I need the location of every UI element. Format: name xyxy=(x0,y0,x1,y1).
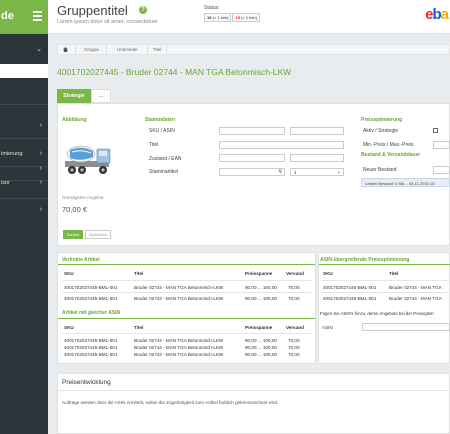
sidebar-item-1[interactable]: › xyxy=(0,119,48,133)
breadcrumb-item-current: Titel xyxy=(153,47,162,52)
breadcrumb-item[interactable]: Gruppe xyxy=(84,47,99,52)
stammdaten-heading: Stammdaten xyxy=(145,117,176,123)
tab-strategie[interactable]: Strategie xyxy=(57,89,91,103)
quantity-select[interactable]: 1 ⌄ xyxy=(290,168,344,176)
gleiche-asin-heading: Artikel mit gleicher ASIN xyxy=(62,310,121,316)
product-image xyxy=(65,145,111,174)
preisentwicklung-heading: Preisentwicklung xyxy=(62,379,111,386)
home-icon[interactable] xyxy=(63,47,68,52)
min-price-input[interactable] xyxy=(433,141,450,149)
preisentwicklung-text: Aufträge werden über die ASIN ermittelt,… xyxy=(62,400,279,405)
save-button[interactable]: Speichern xyxy=(85,230,111,239)
chevron-right-icon: › xyxy=(39,206,42,213)
sidebar-item-preisoptimierung[interactable]: imierung › xyxy=(0,147,48,161)
asin-input[interactable] xyxy=(362,323,450,331)
stock-input[interactable] xyxy=(433,166,450,174)
abbildung-heading: Abbildung xyxy=(62,117,87,123)
back-button[interactable]: Zurück xyxy=(63,230,83,239)
field-label: SKU / ASIN xyxy=(149,128,175,134)
sidebar-collapse[interactable]: ⌄ xyxy=(0,42,48,56)
chevron-right-icon: › xyxy=(39,150,42,157)
menu-icon[interactable] xyxy=(33,11,42,23)
asin-heading: ASIN-übergreifende Preisoptimierung xyxy=(320,257,410,263)
ean-input[interactable] xyxy=(290,154,344,162)
breadcrumb: Gruppe Unterseite Titel xyxy=(57,44,450,55)
sku-input[interactable] xyxy=(219,127,285,135)
asin-input[interactable] xyxy=(290,127,344,135)
help-icon[interactable]: ? xyxy=(139,6,147,14)
status-badges: 15 (< 1 min) 15 (< 1 min) xyxy=(204,13,261,22)
chevron-right-icon: › xyxy=(39,122,42,129)
offer-label: Günstigstes Angebot xyxy=(62,195,104,200)
search-icon[interactable]: ⚲ xyxy=(278,169,282,175)
asin-panel xyxy=(318,252,450,364)
chevron-right-icon: › xyxy=(39,165,42,172)
chevron-down-icon: ⌄ xyxy=(336,169,341,175)
stammartikel-input[interactable]: ⚲ xyxy=(219,168,285,176)
title-input[interactable] xyxy=(219,141,344,149)
tab-more[interactable]: ... xyxy=(91,89,111,103)
header: Gruppentitel ? Lorem ipsum dolor sit ame… xyxy=(48,0,450,34)
page-title: Gruppentitel xyxy=(57,3,128,18)
verlinkte-heading: Verlinkte Artikel xyxy=(62,257,100,263)
sidebar: de ⌄ › imierung › › isor › › xyxy=(0,0,48,434)
stock-info-box: Letzter Bestand: 0 Stk. - 04.11.2015 15: xyxy=(361,178,450,187)
asin-label: ASIN xyxy=(322,325,333,330)
chevron-right-icon: › xyxy=(39,179,42,186)
ebay-logo: eba xyxy=(425,6,449,23)
status-label: Status: xyxy=(204,5,220,11)
asin-hint: Fügen Sie ASIN's hinzu, deren Angebote b… xyxy=(320,311,434,316)
brand-text: de xyxy=(1,10,14,22)
status-badge-alert[interactable]: 15 (< 1 min) xyxy=(232,13,260,22)
brand-bar: de xyxy=(0,0,48,34)
offer-price: 70,00 € xyxy=(62,205,88,214)
field-label: Aktiv / Strategie xyxy=(363,128,399,134)
field-label: Neuer Bestand xyxy=(363,167,397,173)
chevron-down-icon: ⌄ xyxy=(36,46,42,53)
preisopt-heading: Preisoptimierung xyxy=(361,117,403,123)
field-label: Titel xyxy=(149,142,159,148)
sidebar-search-input[interactable] xyxy=(0,64,48,78)
breadcrumb-item[interactable]: Unterseite xyxy=(117,47,138,52)
field-label: Stammartikel xyxy=(149,169,179,175)
field-label: Min.-Preis / Max.-Preis xyxy=(363,142,414,148)
condition-input[interactable] xyxy=(219,154,285,162)
sidebar-item-advisor[interactable]: isor › xyxy=(0,176,48,190)
status-badge[interactable]: 15 (< 1 min) xyxy=(204,13,232,22)
page-subtitle: Lorem ipsum dolor sit amet, consectetuer xyxy=(57,19,158,25)
field-label: Zustand / EAN xyxy=(149,156,182,162)
sidebar-item-3[interactable]: › xyxy=(0,162,48,176)
sidebar-item-5[interactable]: › xyxy=(0,203,48,217)
active-checkbox[interactable] xyxy=(433,128,438,133)
product-title: 4001702027445 - Bruder 02744 - MAN TGA B… xyxy=(57,67,292,77)
bestand-heading: Bestand & Versanddauer xyxy=(361,152,421,158)
